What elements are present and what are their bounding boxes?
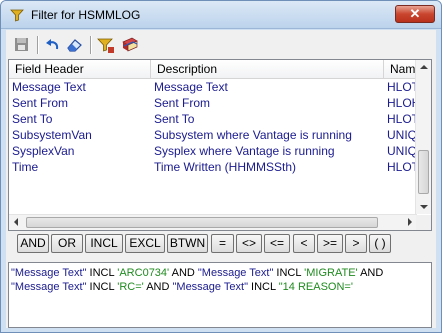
less-than-button[interactable]: < [293,234,315,253]
scroll-down-icon[interactable] [420,205,428,209]
description-cell: Sysplex where Vantage is running [154,144,335,158]
filter-funnel-icon [10,9,24,22]
horizontal-scroll-thumb[interactable] [26,217,378,228]
fields-table: Field Header Description Name Message Te… [8,59,432,231]
field-header-cell: Message Text [12,80,86,94]
description-cell: Sent To [154,112,195,126]
operator-token: AND [143,281,173,293]
string-token: 'ARC0734' [117,267,170,279]
incl-button[interactable]: INCL [85,234,123,253]
books-icon[interactable] [119,34,141,56]
field-token: "Message Text" [197,267,274,279]
scroll-left-icon[interactable] [14,218,18,226]
column-header-name[interactable]: Name [384,60,419,78]
table-header: Field Header Description Name [9,60,419,79]
operator-token: INCL [273,267,305,279]
table-row[interactable]: Sent To Sent To HLOT [9,111,419,127]
operator-token: INCL [86,267,118,279]
field-header-cell: Time [12,160,39,174]
description-cell: Sent From [154,96,211,110]
field-header-cell: SysplexVan [12,144,75,158]
and-button[interactable]: AND [17,234,49,253]
operator-token: INCL [247,281,279,293]
horizontal-scrollbar[interactable] [9,214,417,230]
string-token: 'MIGRATE' [304,267,358,279]
excl-button[interactable]: EXCL [125,234,165,253]
scroll-up-icon[interactable] [420,65,428,69]
table-row[interactable]: Message Text Message Text HLOT [9,79,419,95]
field-token: "Message Text" [11,281,87,293]
table-row[interactable]: Time Time Written (HHMMSSth) HLOT [9,159,419,175]
or-button[interactable]: OR [51,234,83,253]
field-header-cell: Sent From [12,96,69,110]
name-cell: UNIQ [387,128,417,142]
description-cell: Time Written (HHMMSSth) [154,160,297,174]
description-cell: Message Text [154,80,228,94]
table-row[interactable]: SubsystemVan Subsystem where Vantage is … [9,127,419,143]
table-row[interactable]: Sent From Sent From HLOH [9,95,419,111]
filter-window: Filter for HSMMLOG ✕ Field Header Descri… [0,0,442,333]
operator-token: INCL [86,281,118,293]
description-cell: Subsystem where Vantage is running [154,128,352,142]
vertical-scrollbar[interactable] [415,60,431,214]
toolbar-separator [37,36,39,54]
field-header-cell: SubsystemVan [12,128,92,142]
filter-expression-editor[interactable]: "Message Text" INCL 'ARC0734' AND "Messa… [8,262,432,328]
operator-bar: AND OR INCL EXCL BTWN = <> <= < >= > ( ) [6,234,436,256]
less-equal-button[interactable]: <= [264,234,290,253]
toolbar-separator [90,36,92,54]
eraser-icon[interactable] [64,34,86,56]
column-header-description[interactable]: Description [151,60,384,78]
greater-equal-button[interactable]: >= [317,234,343,253]
not-equal-button[interactable]: <> [236,234,262,253]
name-cell: HLOT [387,112,419,126]
save-icon[interactable] [11,34,33,56]
title-bar[interactable]: Filter for HSMMLOG ✕ [1,1,441,29]
field-token: "Message Text" [172,281,248,293]
field-header-cell: Sent To [12,112,53,126]
client-area: Field Header Description Name Message Te… [6,30,436,328]
equals-button[interactable]: = [211,234,234,253]
filter-icon[interactable] [95,34,117,56]
close-button[interactable]: ✕ [395,5,435,23]
parentheses-button[interactable]: ( ) [369,234,391,253]
field-token: "Message Text" [11,267,87,279]
operator-token: AND [357,267,384,279]
scroll-right-icon[interactable] [408,218,412,226]
table-row[interactable]: SysplexVan Sysplex where Vantage is runn… [9,143,419,159]
name-cell: UNIQ [387,144,417,158]
name-cell: HLOT [387,80,419,94]
vertical-scroll-thumb[interactable] [418,150,429,194]
greater-than-button[interactable]: > [345,234,367,253]
string-token: 'RC=' [117,281,144,293]
string-token: "14 REASON=' [278,281,353,293]
column-header-field[interactable]: Field Header [9,60,151,78]
name-cell: HLOT [387,160,419,174]
undo-icon[interactable] [42,34,64,56]
toolbar [6,30,436,59]
name-cell: HLOH [387,96,419,110]
window-title: Filter for HSMMLOG [31,8,141,22]
operator-token: AND [169,267,198,279]
btwn-button[interactable]: BTWN [167,234,208,253]
scroll-corner [416,215,431,230]
